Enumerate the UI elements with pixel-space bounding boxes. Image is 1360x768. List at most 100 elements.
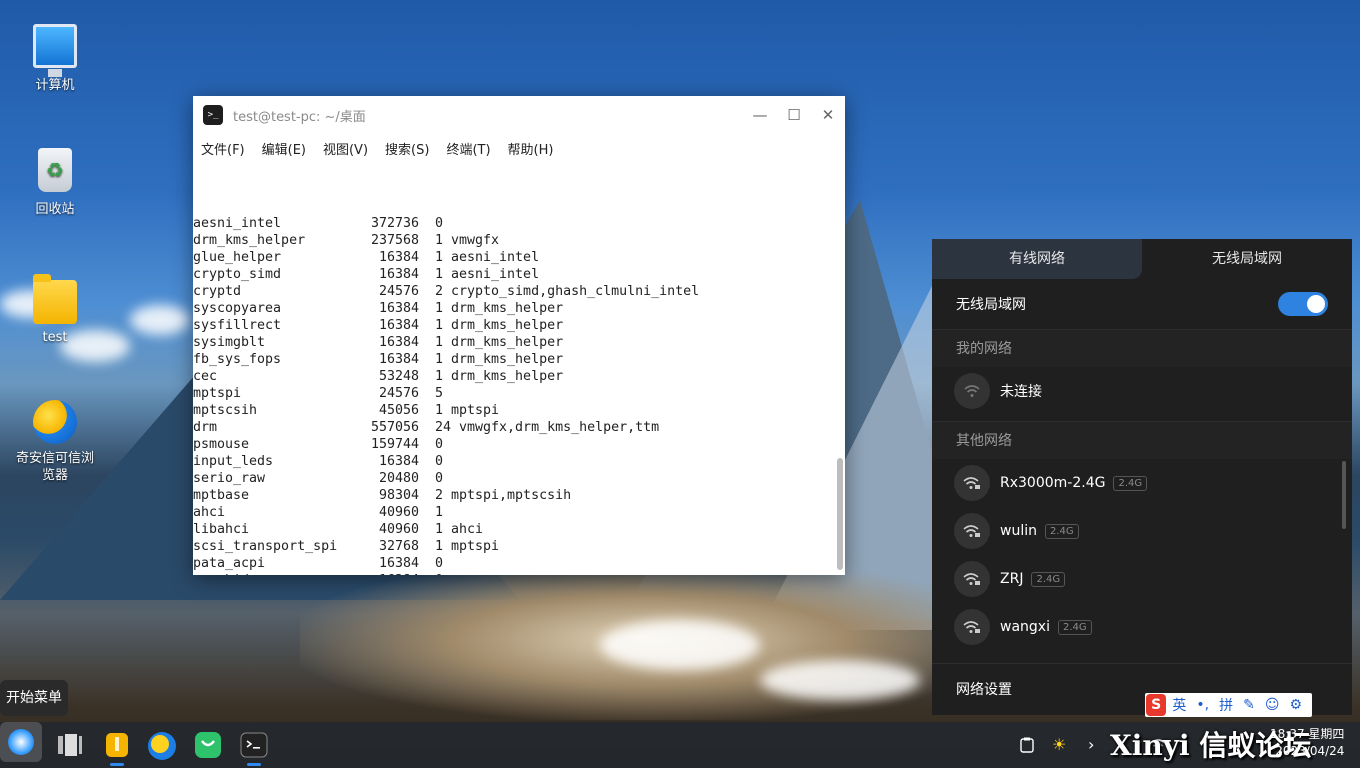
terminal-taskbar-icon[interactable] [240, 731, 268, 766]
minimize-icon[interactable]: — [743, 106, 777, 124]
brightness-icon[interactable]: ☀ [1052, 722, 1066, 768]
module-name: aesni_intel [193, 216, 282, 231]
tab-wired[interactable]: 有线网络 [932, 239, 1142, 279]
terminal-output[interactable]: aesni_intel 372736 0 drm_kms_helper 237568 1 … [193, 164, 833, 575]
maximize-icon[interactable]: ☐ [777, 106, 811, 124]
wifi-network-item[interactable]: wangxi 2.4G [932, 603, 1352, 651]
module-used-by: 1 drm_kms_helper [435, 335, 564, 350]
wifi-locked-icon [954, 513, 990, 549]
desktop-icon-label: 回收站 [35, 202, 75, 217]
running-indicator [110, 763, 124, 766]
module-size: 53248 [378, 369, 419, 384]
skin-icon[interactable]: ☺ [1265, 697, 1280, 713]
module-used-by: 1 mptspi [435, 403, 500, 418]
pen-icon[interactable]: ✎ [1243, 697, 1255, 713]
module-name: mptbase [193, 488, 250, 503]
terminal-line: libahci 40960 1 ahci [193, 521, 833, 538]
module-size: 16384 [378, 267, 419, 282]
module-name: syscopyarea [193, 301, 282, 316]
file-manager-icon[interactable] [103, 731, 131, 766]
my-network-item[interactable]: 未连接 [932, 367, 1352, 415]
terminal-scrollbar[interactable] [837, 458, 843, 570]
menu-view[interactable]: 视图(V) [323, 139, 368, 158]
terminal-line: ahci 40960 1 [193, 504, 833, 521]
module-used-by: 0 [435, 437, 444, 452]
wifi-locked-icon [954, 561, 990, 597]
wifi-network-item[interactable]: ZRJ 2.4G [932, 555, 1352, 603]
module-name: drm [193, 420, 218, 435]
module-used-by: 0 [435, 454, 444, 469]
ime-toolbar: S 英 •, 拼 ✎ ☺ ⚙ [1145, 693, 1312, 717]
wifi-ssid: Rx3000m-2.4G [1000, 475, 1106, 491]
terminal-line: glue_helper 16384 1 aesni_intel [193, 249, 833, 266]
menu-edit[interactable]: 编辑(E) [262, 139, 306, 158]
wifi-ssid: wangxi [1000, 619, 1050, 635]
terminal-titlebar[interactable]: >_ test@test-pc: ~/桌面 — ☐ ✕ [193, 96, 845, 134]
module-name: cec [193, 369, 218, 384]
wifi-network-item[interactable]: wulin 2.4G [932, 507, 1352, 555]
terminal-line: psmouse 159744 0 [193, 436, 833, 453]
wlan-toggle[interactable] [1278, 292, 1328, 316]
terminal-line: sysimgblt 16384 1 drm_kms_helper [193, 334, 833, 351]
module-size: 372736 [370, 216, 419, 231]
module-name: psmouse [193, 437, 250, 452]
module-name: serio_raw [193, 471, 266, 486]
chat-app-icon[interactable] [194, 731, 222, 759]
ime-mode[interactable]: 拼 [1219, 695, 1233, 715]
terminal-line: crypto_simd 16384 1 aesni_intel [193, 266, 833, 283]
clock-time: 18:37 星期四 [1270, 727, 1345, 741]
gear-icon[interactable]: ⚙ [1289, 697, 1302, 713]
terminal-line: mptspi 24576 5 [193, 385, 833, 402]
module-size: 24576 [378, 284, 419, 299]
module-name: pata_acpi [193, 556, 266, 571]
module-size: 237568 [370, 233, 419, 248]
desktop-icon-folder[interactable]: test [5, 274, 105, 345]
wifi-ssid: ZRJ [1000, 571, 1024, 587]
clock[interactable]: 18:37 星期四 2023/04/24 [1270, 726, 1344, 760]
multitask-view-icon[interactable] [56, 731, 84, 759]
wifi-locked-icon [954, 609, 990, 645]
desktop-icon-browser[interactable]: 奇安信可信浏览器 [5, 400, 105, 484]
terminal-line: drm 557056 24 vmwgfx,drm_kms_helper,ttm [193, 419, 833, 436]
close-icon[interactable]: ✕ [811, 106, 845, 124]
module-name: sysfillrect [193, 318, 282, 333]
start-button[interactable] [0, 722, 42, 762]
menu-search[interactable]: 搜索(S) [385, 139, 429, 158]
module-name: mptspi [193, 386, 242, 401]
terminal-line: syscopyarea 16384 1 drm_kms_helper [193, 300, 833, 317]
network-scrollbar[interactable] [1342, 461, 1346, 529]
module-size: 16384 [378, 301, 419, 316]
module-used-by: 1 vmwgfx [435, 233, 500, 248]
desktop-icon-trash[interactable]: ♻ 回收站 [5, 148, 105, 217]
desktop-icon-computer[interactable]: 计算机 [5, 24, 105, 93]
menu-file[interactable]: 文件(F) [201, 139, 245, 158]
browser-taskbar-icon[interactable] [147, 731, 176, 760]
running-indicator [247, 763, 261, 766]
module-size: 16384 [378, 335, 419, 350]
wifi-icon [954, 373, 990, 409]
menu-help[interactable]: 帮助(H) [508, 139, 554, 158]
desktop-icon-label: 奇安信可信浏览器 [15, 451, 94, 483]
tray-expand-icon[interactable]: › [1088, 722, 1094, 768]
band-badge: 2.4G [1113, 475, 1148, 491]
tab-wireless[interactable]: 无线局域网 [1142, 239, 1352, 279]
wallpaper-cloud [760, 660, 920, 700]
menu-terminal[interactable]: 终端(T) [446, 139, 490, 158]
band-badge: 2.4G [1031, 571, 1066, 587]
module-size: 40960 [378, 505, 419, 520]
terminal-line: mptbase 98304 2 mptspi,mptscsih [193, 487, 833, 504]
module-name: scsi_transport_spi [193, 539, 338, 554]
my-network-status: 未连接 [1000, 384, 1042, 400]
terminal-window[interactable]: >_ test@test-pc: ~/桌面 — ☐ ✕ 文件(F) 编辑(E) … [193, 96, 845, 575]
terminal-line: cec 53248 1 drm_kms_helper [193, 368, 833, 385]
module-name: drm_kms_helper [193, 233, 306, 248]
network-panel: 有线网络 无线局域网 无线局域网 我的网络 未连接 其他网络 Rx3000m-2… [932, 239, 1352, 715]
ime-lang[interactable]: 英 [1172, 695, 1186, 715]
sogou-logo-icon[interactable]: S [1146, 694, 1167, 716]
module-name: glue_helper [193, 250, 282, 265]
wifi-network-item[interactable]: Rx3000m-2.4G 2.4G [932, 459, 1352, 507]
punctuation-icon[interactable]: •, [1196, 697, 1209, 713]
clipboard-icon[interactable] [1020, 722, 1034, 768]
module-size: 40960 [378, 522, 419, 537]
terminal-line: serio_raw 20480 0 [193, 470, 833, 487]
